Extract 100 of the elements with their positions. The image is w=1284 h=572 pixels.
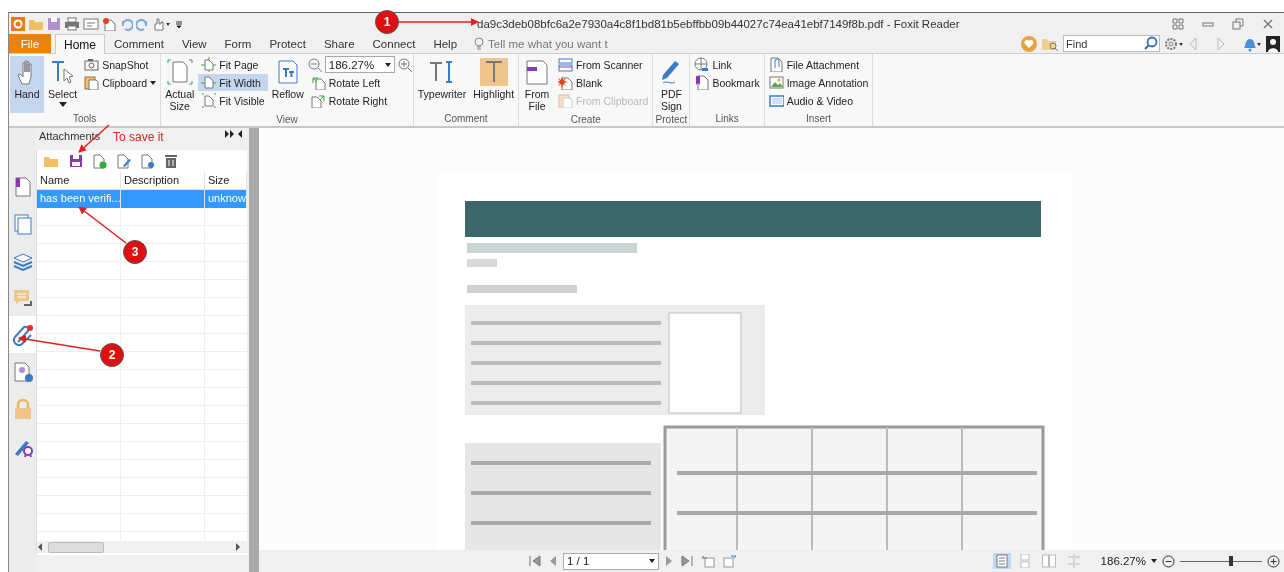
group-label: Create <box>569 114 602 126</box>
save-button[interactable] <box>69 154 83 168</box>
fit-page-icon <box>201 57 217 72</box>
lightbulb-icon <box>474 36 485 51</box>
ribbon-button[interactable]: Bookmark <box>691 74 763 91</box>
sidebar-tab[interactable] <box>9 316 36 353</box>
page-icon <box>165 58 194 86</box>
back-view-icon <box>701 554 715 568</box>
open-button[interactable] <box>43 154 59 168</box>
globe-link-icon <box>694 57 710 72</box>
expand-icon[interactable] <box>225 130 235 138</box>
caret-icon <box>384 62 391 67</box>
ribbon-button[interactable]: From Scanner <box>555 56 652 73</box>
add-file-icon <box>93 153 107 169</box>
user-icon[interactable] <box>1266 35 1280 52</box>
continuous-facing-icon <box>1066 554 1081 568</box>
grid-icon <box>1172 17 1184 30</box>
page-field[interactable]: 1 / 1 <box>563 552 659 570</box>
next-icon[interactable] <box>1216 36 1226 51</box>
ribbon-button[interactable]: Hand <box>10 56 44 113</box>
save-icon[interactable] <box>47 16 61 31</box>
ribbon-button[interactable]: PDF Sign <box>654 56 689 115</box>
ribbon-button[interactable]: Fit Width <box>198 74 268 91</box>
new-document-icon[interactable] <box>102 16 116 31</box>
ribbon-button[interactable]: Actual Size <box>162 56 198 115</box>
ribbon-tab[interactable]: Share <box>314 34 364 53</box>
forward-view-button[interactable] <box>721 554 739 568</box>
collapse-icon[interactable] <box>237 130 243 138</box>
first-page-button[interactable] <box>527 555 543 567</box>
ribbon-button[interactable]: Select <box>45 56 81 113</box>
ribbon-button[interactable]: File Attachment <box>765 56 872 73</box>
caret-icon[interactable] <box>1151 559 1157 563</box>
fit-width-icon <box>201 75 217 90</box>
continuous-icon <box>1018 554 1031 568</box>
edit-file-icon <box>117 153 131 169</box>
ribbon-tab[interactable]: Form <box>215 34 261 53</box>
customize-icon[interactable] <box>176 19 182 28</box>
undo-icon[interactable] <box>119 16 133 31</box>
table-cell: has been verifi... <box>37 190 121 208</box>
ribbon-tab[interactable]: Comment <box>105 34 173 53</box>
edit-button[interactable] <box>117 153 131 169</box>
zoom-out-icon[interactable] <box>1162 554 1175 568</box>
add-file-button[interactable] <box>93 153 107 169</box>
fit-visible-icon <box>201 93 217 108</box>
trash-icon <box>165 154 177 168</box>
ribbon-tab[interactable]: Connect <box>363 34 425 53</box>
ribbon-tab[interactable]: View <box>172 34 216 53</box>
previous-icon[interactable] <box>1188 36 1198 51</box>
first-page-icon <box>529 555 541 567</box>
pages-icon <box>11 212 34 235</box>
ribbon-button[interactable]: Audio & Video <box>765 92 872 109</box>
back-view-button[interactable] <box>699 554 717 568</box>
ribbon-tab[interactable]: Help <box>424 34 467 53</box>
group-label: Comment <box>443 113 489 126</box>
zoom-combo[interactable]: 186.27% <box>324 56 395 73</box>
ribbon-button[interactable]: Reflow <box>268 56 307 115</box>
delete-button[interactable] <box>165 154 177 168</box>
ribbon-button[interactable]: Blank <box>555 74 652 91</box>
ribbon-button[interactable]: Link <box>691 56 763 73</box>
single-page-button[interactable] <box>992 553 1011 569</box>
settings-button[interactable] <box>141 153 155 169</box>
find-field[interactable]: Find <box>1063 35 1160 52</box>
last-page-button[interactable] <box>679 555 695 567</box>
last-page-icon <box>681 555 693 567</box>
forward-view-icon <box>723 554 737 568</box>
column-header[interactable]: Name <box>37 172 121 190</box>
ribbon-button[interactable]: From File <box>520 56 555 115</box>
ribbon-button[interactable]: Fit Page <box>198 56 268 73</box>
gear-icon[interactable] <box>1164 36 1184 51</box>
ribbon-button[interactable]: SnapShot <box>81 56 160 73</box>
redo-icon[interactable] <box>136 16 150 31</box>
zoom-level[interactable]: 186.27% <box>1100 555 1146 567</box>
horizontal-scrollbar[interactable] <box>37 541 247 553</box>
previous-page-icon <box>549 555 557 567</box>
ribbon-button[interactable]: Clipboard <box>81 74 160 91</box>
ribbon-button[interactable]: Fit Visible <box>198 92 268 109</box>
certificate-icon <box>11 360 34 383</box>
app-logo-icon[interactable] <box>11 16 25 31</box>
ribbon-tab[interactable]: Protect <box>260 34 315 53</box>
zoom-in-icon[interactable] <box>1267 554 1280 568</box>
ribbon-button[interactable]: Highlight <box>470 56 518 113</box>
group-label: Links <box>714 113 740 126</box>
camera-icon <box>84 57 100 72</box>
printer-icon[interactable] <box>64 16 80 31</box>
column-header[interactable]: Description <box>121 172 205 190</box>
tell-me-field[interactable]: Tell me what you want t <box>488 37 621 50</box>
ribbon-button[interactable]: Rotate Right <box>307 92 412 109</box>
image-icon <box>768 75 784 90</box>
video-icon <box>768 93 784 108</box>
search-icon[interactable] <box>1144 36 1158 50</box>
ribbon-button[interactable]: Image Annotation <box>765 74 872 91</box>
annotation-note: To save it <box>113 130 164 144</box>
annotation-arrow <box>78 206 127 244</box>
ribbon-tab[interactable]: Home <box>55 34 105 54</box>
caret-icon <box>649 559 655 563</box>
column-header[interactable]: Size <box>205 172 247 190</box>
ribbon-button[interactable]: Rotate Left <box>307 74 412 91</box>
paperclip-icon <box>768 57 784 72</box>
document-icon[interactable] <box>83 16 99 31</box>
ribbon-button[interactable]: Typewriter <box>414 56 470 113</box>
